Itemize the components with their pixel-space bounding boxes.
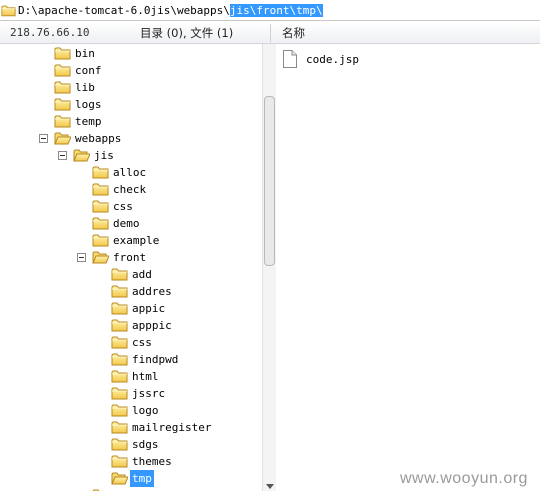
folder-icon	[111, 318, 128, 332]
tree-item-label: jssrc	[132, 387, 166, 400]
tree-item-label: check	[113, 183, 147, 196]
tree-item-label: alloc	[113, 166, 147, 179]
tree-item-label: logs	[75, 98, 102, 111]
tree-item-label: conf	[75, 64, 102, 77]
address-path-selected: jis\front\tmp\	[229, 4, 323, 17]
tree-item-label: addres	[132, 285, 172, 298]
scrollbar-thumb[interactable]	[264, 96, 275, 266]
directory-tree[interactable]: bin conf lib logs temp webapps jis alloc…	[0, 44, 262, 491]
folder-icon	[111, 420, 128, 434]
folder-icon	[111, 403, 128, 417]
folder-icon	[111, 284, 128, 298]
file-list[interactable]: code.jsp	[276, 44, 540, 491]
tree-item-label: jis	[94, 149, 114, 162]
folder-open-icon	[73, 148, 90, 162]
folder-icon	[54, 63, 71, 77]
folder-icon	[111, 369, 128, 383]
folder-icon	[111, 386, 128, 400]
folder-icon	[54, 80, 71, 94]
tree-item-label: logo	[132, 404, 159, 417]
folder-icon	[1, 4, 16, 17]
folder-icon	[54, 114, 71, 128]
folder-icon	[54, 46, 71, 60]
document-icon	[283, 50, 297, 68]
tree-item-label: findpwd	[132, 353, 179, 366]
tree-item-label: apppic	[132, 319, 172, 332]
folder-icon	[92, 233, 109, 247]
folder-icon	[54, 97, 71, 111]
address-bar[interactable]: D:\apache-tomcat-6.0jis\webapps\jis\fron…	[0, 0, 540, 21]
header-row: 218.76.66.10 目录 (0), 文件 (1) 名称	[0, 22, 540, 44]
address-path-prefix: D:\apache-tomcat-6.0jis\webapps\	[18, 4, 230, 17]
folder-icon	[111, 352, 128, 366]
collapse-toggle-jis[interactable]	[58, 151, 67, 160]
column-header-name[interactable]: 名称	[282, 25, 305, 41]
tree-item-label: themes	[132, 455, 172, 468]
tree-item-label: css	[113, 200, 133, 213]
tree-item-label: css	[132, 336, 152, 349]
tree-item-label: appic	[132, 302, 166, 315]
tree-item-label: demo	[113, 217, 140, 230]
file-name: code.jsp	[306, 53, 359, 66]
tree-item-label: lib	[75, 81, 95, 94]
folder-icon	[92, 199, 109, 213]
tree-item-label: add	[132, 268, 152, 281]
watermark: www.wooyun.org	[400, 470, 528, 487]
item-summary: 目录 (0), 文件 (1)	[140, 26, 234, 40]
folder-open-icon	[54, 131, 71, 145]
folder-icon	[111, 335, 128, 349]
column-divider[interactable]	[270, 24, 271, 42]
folder-open-icon	[92, 250, 109, 264]
folder-icon	[92, 182, 109, 196]
tree-item-label: temp	[75, 115, 102, 128]
tree-item-label: front	[113, 251, 147, 264]
folder-icon	[111, 454, 128, 468]
collapse-toggle-front[interactable]	[77, 253, 86, 262]
tree-item-label: tmp	[130, 470, 154, 487]
tree-item-label: bin	[75, 47, 95, 60]
tree-scrollbar[interactable]	[262, 44, 276, 491]
tree-item-label: html	[132, 370, 159, 383]
tree-item-label: sdgs	[132, 438, 159, 451]
server-address: 218.76.66.10	[10, 26, 90, 39]
folder-icon	[111, 301, 128, 315]
folder-icon	[92, 165, 109, 179]
scroll-down-arrow-icon[interactable]	[266, 484, 274, 489]
folder-open-icon	[111, 471, 128, 485]
folder-icon	[92, 216, 109, 230]
collapse-toggle-webapps[interactable]	[39, 134, 48, 143]
address-path[interactable]: D:\apache-tomcat-6.0jis\webapps\jis\fron…	[18, 4, 323, 18]
tree-item-label: webapps	[75, 132, 122, 145]
folder-icon	[111, 437, 128, 451]
tree-item-label: example	[113, 234, 160, 247]
tree-item-label: mailregister	[132, 421, 212, 434]
folder-icon	[111, 267, 128, 281]
